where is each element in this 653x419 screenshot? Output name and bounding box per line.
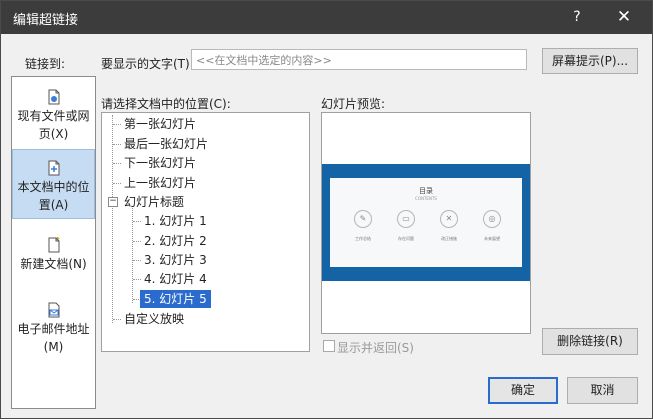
sidebar-item-label: 现有文件或网 bbox=[17, 109, 90, 123]
email-address-icon bbox=[48, 302, 59, 318]
sidebar-item-label: 本文档中的位 bbox=[17, 180, 90, 194]
close-button[interactable]: ✕ bbox=[604, 1, 644, 34]
ok-button[interactable]: 确定 bbox=[488, 377, 558, 404]
select-place-label: 请选择文档中的位置(C): bbox=[101, 97, 231, 111]
sidebar-item-label: 新建文档(N) bbox=[20, 257, 87, 271]
display-text-label: 要显示的文字(T): bbox=[101, 57, 194, 71]
sidebar-item-label: 置(A) bbox=[38, 198, 69, 212]
sidebar-item-new-document[interactable]: 新建文档(N) bbox=[12, 237, 95, 273]
target-icon: ◎ bbox=[483, 210, 501, 228]
new-document-icon bbox=[48, 237, 60, 253]
preview-label: 幻灯片预览: bbox=[321, 97, 386, 111]
cancel-button[interactable]: 取消 bbox=[567, 377, 638, 404]
sidebar-item-existing-file[interactable]: 现有文件或网 页(X) bbox=[12, 89, 95, 143]
edit-hyperlink-dialog: 编辑超链接 ? ✕ 链接到: 现有文件或网 页(X) 本文档中的位 置(A) 新… bbox=[0, 0, 653, 419]
edit-icon: ✎ bbox=[354, 210, 372, 228]
tree-item[interactable]: 自定义放映 bbox=[124, 310, 184, 328]
slide-item-label: 未来展望 bbox=[484, 236, 500, 241]
sidebar-item-label: 页(X) bbox=[38, 127, 69, 141]
tree-item[interactable]: 1. 幻灯片 1 bbox=[144, 212, 207, 230]
link-to-label: 链接到: bbox=[25, 57, 66, 71]
show-and-return-label: 显示并返回(S) bbox=[337, 341, 414, 355]
help-button[interactable]: ? bbox=[557, 1, 597, 34]
tree-item[interactable]: 3. 幻灯片 3 bbox=[144, 251, 207, 269]
tree-item[interactable]: 最后一张幻灯片 bbox=[124, 135, 208, 153]
tree-item[interactable]: 下一张幻灯片 bbox=[124, 154, 196, 172]
comment-icon: ▭ bbox=[397, 210, 415, 228]
slide-preview: 目录 CONTENTS ✎ ▭ ✕ ◎ 工作总结 存在问题 改正措施 未来展望 bbox=[321, 112, 531, 334]
slide-subtitle: CONTENTS bbox=[415, 196, 437, 201]
existing-file-icon bbox=[48, 89, 59, 105]
tree-item-selected[interactable]: 5. 幻灯片 5 bbox=[140, 290, 211, 308]
tree-item[interactable]: 2. 幻灯片 2 bbox=[144, 232, 207, 250]
slide-item-label: 改正措施 bbox=[441, 236, 457, 241]
sidebar-item-place-in-document[interactable]: 本文档中的位 置(A) bbox=[12, 149, 95, 219]
slide-item-label: 工作总结 bbox=[355, 236, 371, 241]
dialog-title: 编辑超链接 bbox=[13, 13, 79, 28]
tree-item[interactable]: 幻灯片标题 bbox=[124, 193, 184, 211]
sidebar-item-label: 电子邮件地址 bbox=[17, 322, 90, 336]
sidebar-item-email-address[interactable]: 电子邮件地址 (M) bbox=[12, 302, 95, 356]
show-and-return-checkbox[interactable] bbox=[323, 340, 335, 352]
title-bar: 编辑超链接 ? ✕ bbox=[1, 1, 652, 34]
tree-item[interactable]: 上一张幻灯片 bbox=[124, 174, 196, 192]
display-text-input[interactable]: <<在文档中选定的内容>> bbox=[191, 49, 527, 70]
tools-icon: ✕ bbox=[440, 210, 458, 228]
tree-item[interactable]: 第一张幻灯片 bbox=[124, 115, 196, 133]
sidebar-item-label: (M) bbox=[43, 340, 64, 354]
link-to-panel: 现有文件或网 页(X) 本文档中的位 置(A) 新建文档(N) 电子邮件地址 (… bbox=[11, 76, 96, 409]
tree-item[interactable]: 4. 幻灯片 4 bbox=[144, 270, 207, 288]
collapse-toggle[interactable]: − bbox=[108, 197, 118, 207]
place-in-document-icon bbox=[48, 160, 59, 176]
document-place-tree[interactable]: − 第一张幻灯片 最后一张幻灯片 下一张幻灯片 上一张幻灯片 幻灯片标题 1. … bbox=[101, 112, 310, 352]
remove-link-button[interactable]: 删除链接(R) bbox=[542, 328, 638, 355]
slide-thumbnail: 目录 CONTENTS ✎ ▭ ✕ ◎ 工作总结 存在问题 改正措施 未来展望 bbox=[322, 164, 530, 281]
screentip-button[interactable]: 屏幕提示(P)... bbox=[542, 48, 638, 74]
slide-item-label: 存在问题 bbox=[398, 236, 414, 241]
slide-title: 目录 bbox=[419, 187, 433, 195]
